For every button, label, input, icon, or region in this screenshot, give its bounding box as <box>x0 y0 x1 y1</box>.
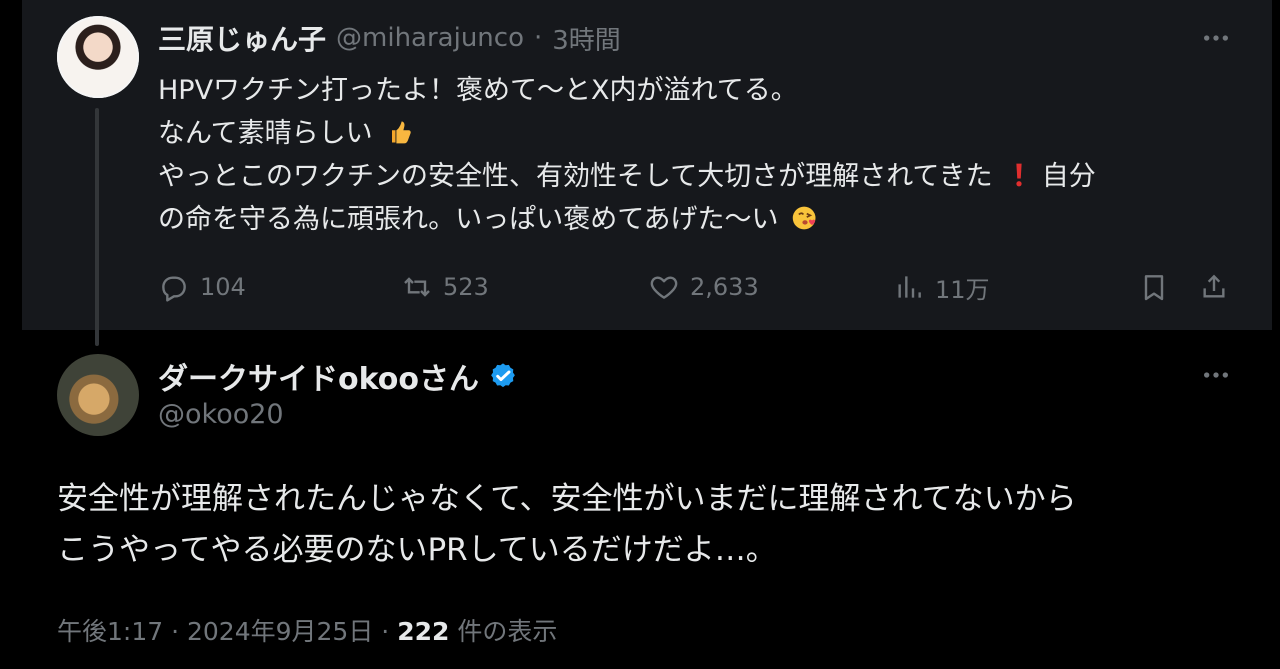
share-icon <box>1203 274 1225 298</box>
reply-text-line-2: こうやってやる必要のないPRしているだけだよ…。 <box>57 532 777 568</box>
reply-time[interactable]: 午後1:17 <box>57 617 163 646</box>
parent-text-line-1: HPVワクチン打ったよ！褒めて〜とX内が溢れてる。 <box>158 75 798 106</box>
like-button[interactable]: 2,633 <box>648 267 759 307</box>
parent-text-line-4-content: の命を守る為に頑張れ。いっぱい褒めてあげた〜い <box>158 204 779 235</box>
cat-avatar[interactable] <box>57 354 139 436</box>
red-exclamation-emoji <box>1005 159 1033 187</box>
reply-meta-separator-1: · <box>171 617 180 646</box>
verified-badge-icon <box>487 360 519 392</box>
more-dots-icon[interactable] <box>1200 359 1232 391</box>
retweet-count: 523 <box>443 273 489 301</box>
parent-text-line-3-tail: 自分 <box>1041 161 1096 192</box>
bookmark-button[interactable] <box>1138 267 1170 307</box>
face-blowing-kiss-emoji <box>791 202 819 230</box>
more-dots-icon[interactable] <box>1200 22 1232 54</box>
reply-view-count: 222 <box>397 617 450 646</box>
heart-icon <box>650 276 678 299</box>
thumbs-up-emoji <box>385 116 413 144</box>
views-button[interactable]: 11万 <box>893 267 990 307</box>
reply-display-name[interactable]: ダークサイドokooさん <box>158 354 479 398</box>
reply-count: 104 <box>200 273 246 301</box>
parent-handle[interactable]: @miharajunco <box>336 23 524 53</box>
like-count: 2,633 <box>690 273 759 301</box>
analytics-icon <box>898 276 921 298</box>
share-button[interactable] <box>1198 267 1230 307</box>
retweet-button[interactable]: 523 <box>401 267 489 307</box>
reply-meta: 午後1:17 · 2024年9月25日 · 222 件の表示 <box>57 612 557 648</box>
parent-text-line-2: なんて素晴らしい <box>158 112 1233 155</box>
views-count: 11万 <box>935 275 990 304</box>
parent-separator: · <box>533 23 543 53</box>
parent-time[interactable]: 3時間 <box>552 20 621 57</box>
parent-action-bar: 104 523 2,633 11万 <box>158 267 1233 307</box>
parent-text-line-2-content: なんて素晴らしい <box>158 118 373 149</box>
retweet-icon <box>404 277 430 297</box>
reply-tweet-header: ダークサイドokooさん <box>158 354 519 398</box>
parent-tweet-text: HPVワクチン打ったよ！褒めて〜とX内が溢れてる。 なんて素晴らしい やっとこの… <box>158 69 1233 241</box>
parent-tweet-header: 三原じゅん子 @miharajunco · 3時間 <box>158 20 621 56</box>
reply-tweet-text: 安全性が理解されたんじゃなくて、安全性がいまだに理解されてないから こうやってや… <box>57 474 1237 576</box>
parent-text-line-3: やっとこのワクチンの安全性、有効性そして大切さが理解されてきた 自分 <box>158 155 1233 198</box>
reply-meta-separator-2: · <box>381 617 390 646</box>
reply-date[interactable]: 2024年9月25日 <box>187 617 373 646</box>
reply-text-line-1: 安全性が理解されたんじゃなくて、安全性がいまだに理解されてないから <box>57 481 1077 517</box>
profile-avatar[interactable] <box>57 16 139 98</box>
reply-view-label: 件の表示 <box>457 617 558 646</box>
parent-text-line-4: の命を守る為に頑張れ。いっぱい褒めてあげた〜い <box>158 198 1233 241</box>
reply-icon <box>162 276 186 302</box>
reply-handle[interactable]: @okoo20 <box>158 399 284 430</box>
reply-button[interactable]: 104 <box>158 267 246 307</box>
thread-connector-line <box>95 108 99 346</box>
bookmark-icon <box>1144 275 1164 301</box>
parent-display-name[interactable]: 三原じゅん子 <box>158 18 326 58</box>
parent-text-line-3-content: やっとこのワクチンの安全性、有効性そして大切さが理解されてきた <box>158 161 993 192</box>
